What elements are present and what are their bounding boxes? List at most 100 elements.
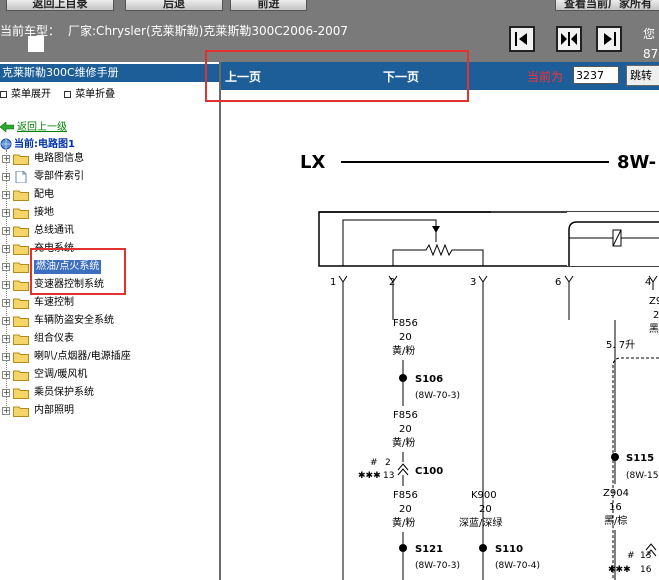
folder-icon	[13, 316, 29, 327]
potentiometer	[392, 243, 484, 266]
jump-button[interactable]: 跳转	[626, 65, 659, 86]
highlight-box-page-nav	[205, 50, 469, 102]
menu-collapse-label: 菜单折叠	[75, 89, 116, 100]
wire-z904-label: Z904	[603, 488, 629, 499]
sidebar-item-label: 组合仪表	[34, 333, 74, 344]
splice-s110-ref: (8W-70-4)	[495, 561, 540, 571]
back-button[interactable]: 后退	[125, 0, 223, 11]
folder-icon	[13, 352, 29, 363]
pin-2-label: 2	[389, 277, 395, 288]
folder-icon	[13, 334, 29, 345]
document-icon	[15, 171, 27, 183]
sidebar-item[interactable]: + 内部照明	[0, 402, 219, 420]
expand-toggle-icon[interactable]: +	[2, 191, 10, 199]
expand-toggle-icon[interactable]: +	[2, 209, 10, 217]
right-stars: ✱✱✱	[608, 565, 631, 575]
checkbox-square[interactable]	[28, 36, 44, 52]
c100-pin-13: 13	[383, 471, 394, 481]
back-up-label: 返回上一级	[17, 122, 67, 133]
expand-toggle-icon[interactable]: +	[2, 173, 10, 181]
folder-icon	[13, 262, 29, 273]
sidebar-item[interactable]: + 喇叭/点烟器/电源插座	[0, 348, 219, 366]
splice-s115-dot	[611, 453, 619, 461]
sidebar-item[interactable]: + 乘员保护系统	[0, 384, 219, 402]
menu-expand-label: 菜单展开	[11, 89, 51, 100]
sidebar-item[interactable]: + 接地	[0, 204, 219, 222]
gauge-20-label-2: 20	[399, 424, 412, 435]
sidebar-item[interactable]: + 车速控制	[0, 294, 219, 312]
sidebar-item[interactable]: + 电路图信息	[0, 150, 219, 168]
wiring-diagram: LX 8W- 1 2 3 6 4 F856 20 黄/粉 S106 (8W-70…	[300, 152, 659, 580]
expand-toggle-icon[interactable]: +	[2, 371, 10, 379]
engine-label: 5. 7升	[606, 339, 635, 351]
expand-toggle-icon[interactable]: +	[2, 389, 10, 397]
engine-dashed-line	[612, 357, 659, 580]
expand-toggle-icon[interactable]: +	[2, 335, 10, 343]
page-number-input[interactable]	[573, 66, 619, 84]
expand-toggle-icon[interactable]: +	[2, 245, 10, 253]
expand-toggle-icon[interactable]: +	[2, 353, 10, 361]
expand-toggle-icon[interactable]: +	[2, 155, 10, 163]
back-up-link[interactable]: 返回上一级	[0, 118, 67, 133]
expand-toggle-icon[interactable]: +	[2, 407, 10, 415]
sidebar-item[interactable]: + 配电	[0, 186, 219, 204]
nav-first-icon[interactable]	[509, 26, 535, 52]
gauge-20-label-1: 20	[399, 332, 412, 343]
wire-k900-label: K900	[471, 490, 497, 501]
current-node: 当前:电路图1	[0, 135, 75, 150]
gauge-20-label-4: 20	[479, 504, 492, 515]
return-catalog-button[interactable]: 返回上目录	[6, 0, 114, 11]
gauge-16-label: 16	[609, 502, 622, 513]
splice-s106-label: S106	[415, 374, 443, 385]
nav-fit-icon[interactable]	[556, 26, 582, 52]
wiper-arrow	[432, 226, 440, 233]
folder-icon	[13, 388, 29, 399]
expand-toggle-icon[interactable]: +	[2, 281, 10, 289]
splice-s115-label: S115	[626, 453, 654, 464]
corner-text: 您 87	[643, 27, 659, 61]
expand-toggle-icon[interactable]: +	[2, 227, 10, 235]
nav-last-icon[interactable]	[596, 26, 622, 52]
sidebar-item-label: 接地	[34, 207, 54, 218]
sidebar-item-label: 车速控制	[34, 297, 74, 308]
view-manufacturer-button[interactable]: 查看当前厂家所有	[555, 0, 659, 11]
sidebar-item-label: 乘员保护系统	[34, 387, 94, 398]
wire-f856-label-2: F856	[393, 410, 418, 421]
sidebar-item-label: 车辆防盗安全系统	[34, 315, 114, 326]
sidebar-item[interactable]: + 总线通讯	[0, 222, 219, 240]
sidebar-item[interactable]: + 空调/暖风机	[0, 366, 219, 384]
back-arrow-icon	[0, 121, 15, 133]
splice-s121-dot	[399, 544, 407, 552]
splice-s106-dot	[399, 374, 407, 382]
sidebar-item-label: 电路图信息	[34, 153, 84, 164]
menu-expand-button[interactable]: 菜单展开	[0, 89, 51, 100]
color-label-2: 黄/粉	[392, 436, 415, 449]
folder-icon	[13, 226, 29, 237]
diagram-header-left: LX	[300, 152, 325, 173]
c100-pin-2: 2	[385, 458, 391, 468]
splice-s106-ref: (8W-70-3)	[415, 391, 460, 401]
vehicle-info: 当前车型： 厂家:Chrysler(克莱斯勒)克莱斯勒300C2006-2007	[0, 22, 348, 39]
folder-icon	[13, 190, 29, 201]
sidebar-item-label: 总线通讯	[34, 225, 74, 236]
highlight-box-selected-item	[30, 248, 126, 295]
black-partial-label: 黑	[649, 323, 659, 335]
sidebar-item[interactable]: + 组合仪表	[0, 330, 219, 348]
expand-toggle-icon[interactable]: +	[2, 317, 10, 325]
expand-toggle-icon[interactable]: +	[2, 299, 10, 307]
pin-6-label: 6	[555, 277, 561, 288]
splice-s121-ref: (8W-70-3)	[415, 561, 460, 571]
color-label-1: 黄/粉	[392, 344, 415, 357]
menu-collapse-button[interactable]: 菜单折叠	[64, 89, 115, 100]
menu-icon	[0, 90, 7, 98]
sidebar-item[interactable]: + 车辆防盗安全系统	[0, 312, 219, 330]
folder-icon	[13, 208, 29, 219]
forward-button[interactable]: 前进	[230, 0, 307, 11]
folder-icon	[13, 406, 29, 417]
sidebar-item[interactable]: + 零部件索引	[0, 168, 219, 186]
expand-toggle-icon[interactable]: +	[2, 263, 10, 271]
n20-partial-label: 2	[653, 310, 659, 321]
folder-icon	[13, 370, 29, 381]
splice-s110-dot	[479, 544, 487, 552]
folder-icon	[13, 280, 29, 291]
